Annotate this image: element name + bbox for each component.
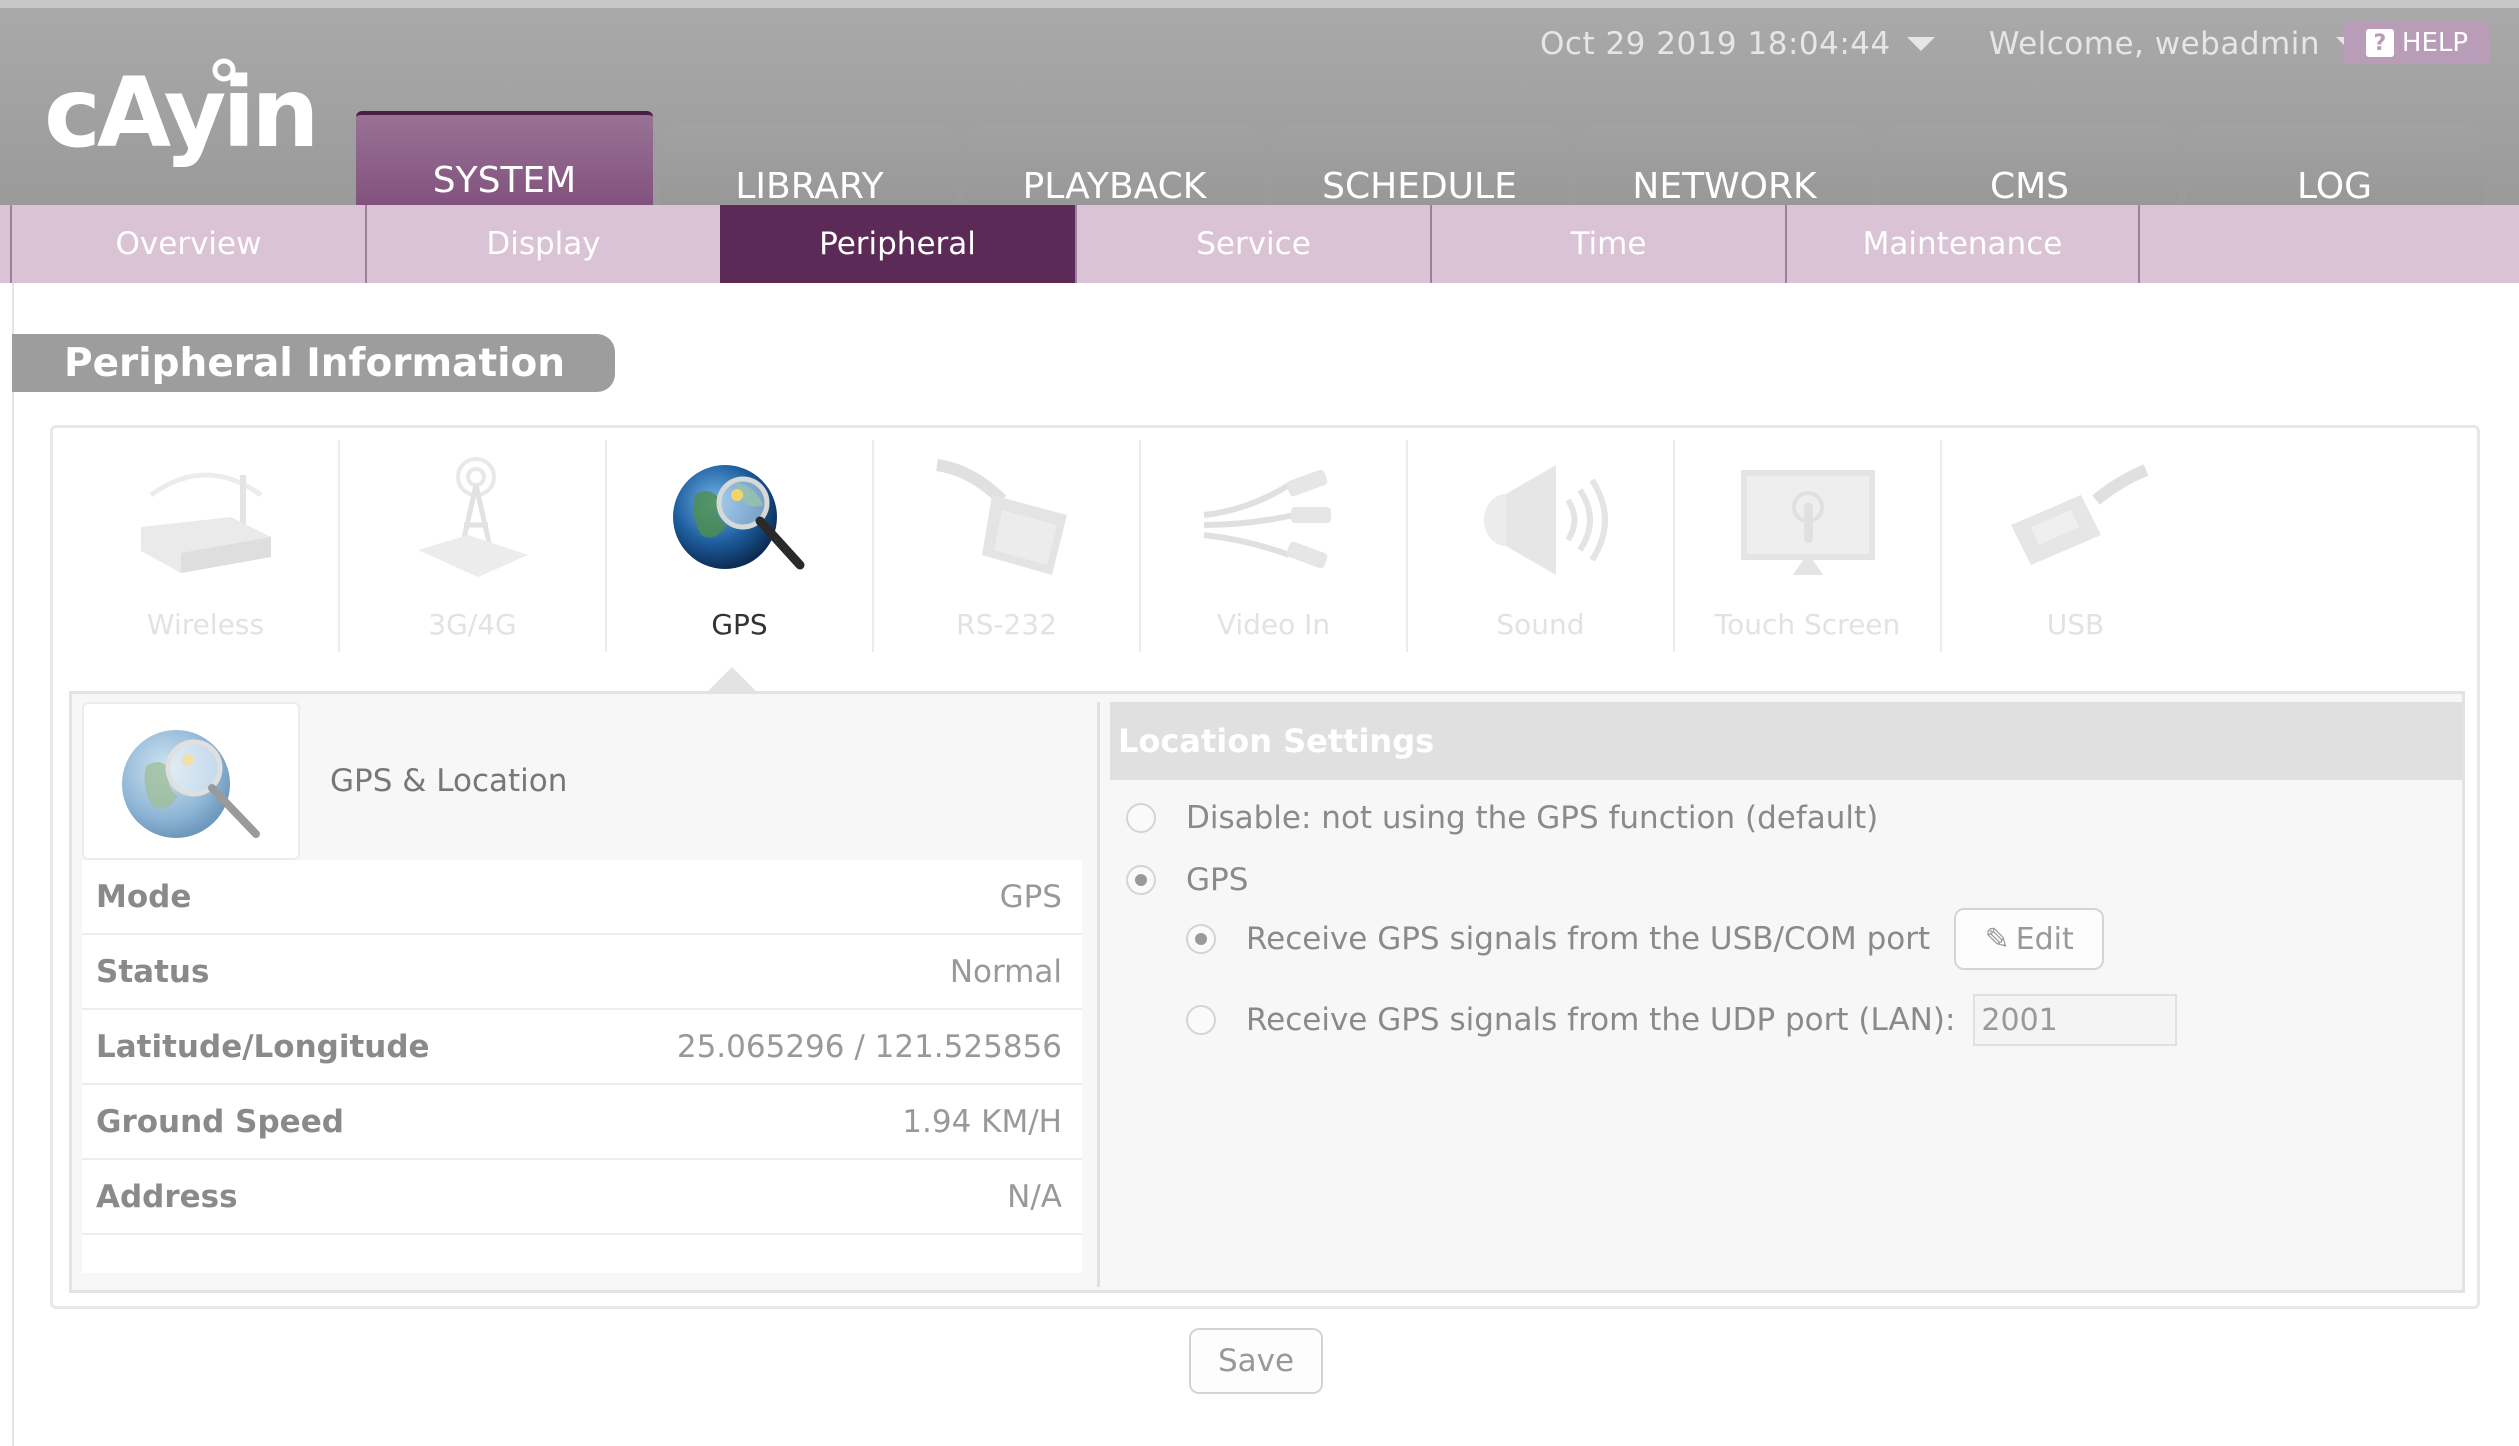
radio-disable[interactable] bbox=[1126, 803, 1156, 833]
device-label: Touch Screen bbox=[1714, 608, 1901, 641]
svg-text:cAyin: cAyin bbox=[44, 57, 314, 169]
device-sound[interactable]: Sound bbox=[1408, 440, 1675, 652]
help-button[interactable]: ? HELP bbox=[2344, 22, 2490, 64]
top-info-bar: Oct 29 2019 18:04:44 Welcome, webadmin bbox=[1540, 22, 2408, 66]
row-key: Address bbox=[96, 1178, 238, 1215]
device-video-in[interactable]: Video In bbox=[1141, 440, 1408, 652]
datetime-dropdown-icon[interactable] bbox=[1906, 37, 1935, 51]
cayin-logo: cAyin bbox=[44, 56, 320, 176]
help-icon: ? bbox=[2365, 29, 2394, 57]
device-label: Sound bbox=[1496, 608, 1585, 641]
option-disable-label: Disable: not using the GPS function (def… bbox=[1186, 800, 1879, 836]
row-value: GPS bbox=[999, 878, 1062, 915]
main-tabs: SYSTEM LIBRARY PLAYBACK SCHEDULE NETWORK… bbox=[356, 111, 2483, 227]
info-row-ground-speed: Ground Speed 1.94 KM/H bbox=[82, 1085, 1082, 1160]
left-divider bbox=[12, 283, 14, 1446]
device-label: Wireless bbox=[146, 608, 265, 641]
device-label: 3G/4G bbox=[428, 608, 517, 641]
option-disable: Disable: not using the GPS function (def… bbox=[1126, 800, 1878, 836]
info-row-mode: Mode GPS bbox=[82, 860, 1082, 935]
device-label: GPS bbox=[711, 608, 768, 641]
device-rs232[interactable]: RS-232 bbox=[874, 440, 1141, 652]
info-title: GPS & Location bbox=[330, 763, 568, 799]
speaker-icon bbox=[1461, 440, 1621, 600]
device-gps[interactable]: GPS bbox=[607, 440, 874, 652]
radio-usb-com[interactable] bbox=[1186, 924, 1216, 954]
av-cable-icon bbox=[1194, 440, 1354, 600]
datetime-label: Oct 29 2019 18:04:44 bbox=[1540, 26, 1891, 62]
option-udp-label: Receive GPS signals from the UDP port (L… bbox=[1246, 1002, 1956, 1038]
device-label: USB bbox=[2046, 608, 2105, 641]
save-button[interactable]: Save bbox=[1189, 1328, 1323, 1394]
pencil-icon: ✎ bbox=[1984, 921, 2010, 957]
row-key: Latitude/Longitude bbox=[96, 1028, 430, 1065]
device-selector: Wireless 3G/4G GPS RS-232 Video In Sound… bbox=[73, 440, 2210, 652]
option-usb: Receive GPS signals from the USB/COM por… bbox=[1186, 908, 2105, 970]
gps-thumbnail bbox=[82, 702, 300, 860]
device-3g4g[interactable]: 3G/4G bbox=[340, 440, 607, 652]
touch-screen-icon bbox=[1728, 440, 1888, 600]
subtab-overview[interactable]: Overview bbox=[10, 205, 365, 283]
info-row-latlong: Latitude/Longitude 25.065296 / 121.52585… bbox=[82, 1010, 1082, 1085]
peripheral-panel: Wireless 3G/4G GPS RS-232 Video In Sound… bbox=[50, 425, 2480, 1309]
subtab-peripheral[interactable]: Peripheral bbox=[720, 205, 1075, 283]
settings-title: Location Settings bbox=[1110, 702, 2462, 780]
udp-port-input[interactable] bbox=[1973, 994, 2178, 1046]
option-usb-label: Receive GPS signals from the USB/COM por… bbox=[1246, 921, 1931, 957]
globe-magnifier-icon bbox=[660, 440, 820, 600]
row-value: Normal bbox=[949, 953, 1062, 990]
option-gps-label: GPS bbox=[1186, 862, 1249, 898]
usb-plug-icon bbox=[1996, 440, 2156, 600]
info-row-status: Status Normal bbox=[82, 935, 1082, 1010]
page-title: Peripheral Information bbox=[12, 334, 615, 392]
selection-pointer bbox=[706, 667, 758, 693]
device-label: RS-232 bbox=[956, 608, 1057, 641]
row-value: 1.94 KM/H bbox=[902, 1103, 1062, 1140]
location-settings: Location Settings Disable: not using the… bbox=[1110, 702, 2462, 1287]
column-divider bbox=[1097, 702, 1100, 1287]
wireless-router-icon bbox=[126, 440, 286, 600]
option-udp: Receive GPS signals from the UDP port (L… bbox=[1186, 994, 2178, 1046]
subtab-time[interactable]: Time bbox=[1430, 205, 1785, 283]
device-label: Video In bbox=[1216, 608, 1331, 641]
cell-tower-icon bbox=[393, 440, 553, 600]
device-detail-panel: GPS & Location Mode GPS Status Normal La… bbox=[69, 691, 2465, 1293]
gps-info: GPS & Location Mode GPS Status Normal La… bbox=[82, 702, 1082, 1287]
radio-gps[interactable] bbox=[1126, 865, 1156, 895]
subtab-maintenance[interactable]: Maintenance bbox=[1785, 205, 2140, 283]
subtab-service[interactable]: Service bbox=[1075, 205, 1430, 283]
serial-cable-icon bbox=[927, 440, 1087, 600]
row-key: Mode bbox=[96, 878, 192, 915]
globe-magnifier-icon bbox=[122, 730, 260, 838]
edit-label: Edit bbox=[2015, 921, 2074, 957]
row-value: 25.065296 / 121.525856 bbox=[676, 1028, 1062, 1065]
row-value: N/A bbox=[1007, 1178, 1062, 1215]
option-gps: GPS bbox=[1126, 862, 1248, 898]
info-header: GPS & Location bbox=[82, 702, 1082, 860]
help-label: HELP bbox=[2401, 28, 2469, 58]
device-wireless[interactable]: Wireless bbox=[73, 440, 340, 652]
tab-system[interactable]: SYSTEM bbox=[356, 111, 653, 213]
top-header: cAyin Oct 29 2019 18:04:44 Welcome, weba… bbox=[0, 0, 2519, 227]
row-key: Ground Speed bbox=[96, 1103, 344, 1140]
edit-button[interactable]: ✎ Edit bbox=[1954, 908, 2105, 970]
row-key: Status bbox=[96, 953, 210, 990]
welcome-label: Welcome, webadmin bbox=[1988, 26, 2320, 62]
subtab-display[interactable]: Display bbox=[365, 205, 720, 283]
device-touch-screen[interactable]: Touch Screen bbox=[1675, 440, 1942, 652]
sub-navigation: Overview Display Peripheral Service Time… bbox=[0, 205, 2519, 283]
device-usb[interactable]: USB bbox=[1942, 440, 2209, 652]
radio-udp[interactable] bbox=[1186, 1005, 1216, 1035]
info-row-address: Address N/A bbox=[82, 1160, 1082, 1235]
info-footer bbox=[82, 1235, 1082, 1273]
